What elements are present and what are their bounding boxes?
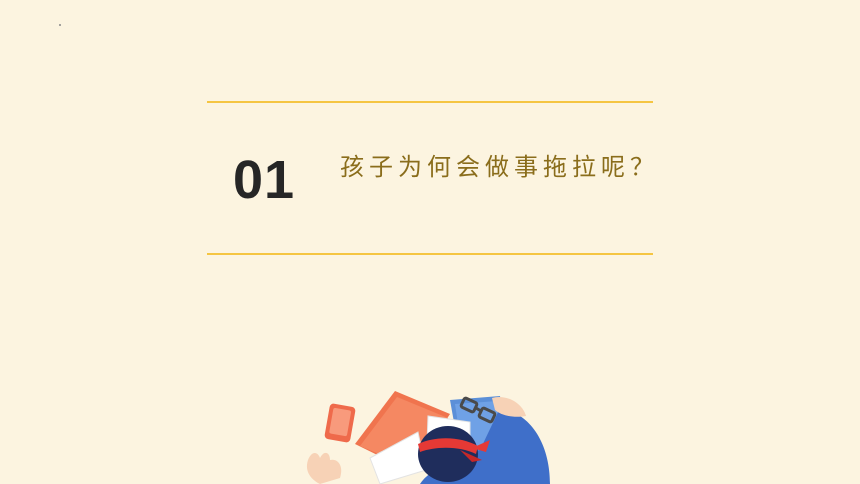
- corner-dot: [59, 24, 61, 26]
- slide: 01 孩子为何会做事拖拉呢？: [0, 0, 860, 484]
- section-title: 孩子为何会做事拖拉呢？: [340, 153, 659, 181]
- hand-icon: [306, 452, 342, 484]
- phone-icon: [324, 403, 356, 443]
- student-sleeping-illustration: [306, 391, 550, 484]
- section-number: 01: [233, 150, 296, 210]
- top-divider: [207, 101, 653, 103]
- bottom-divider: [207, 253, 653, 255]
